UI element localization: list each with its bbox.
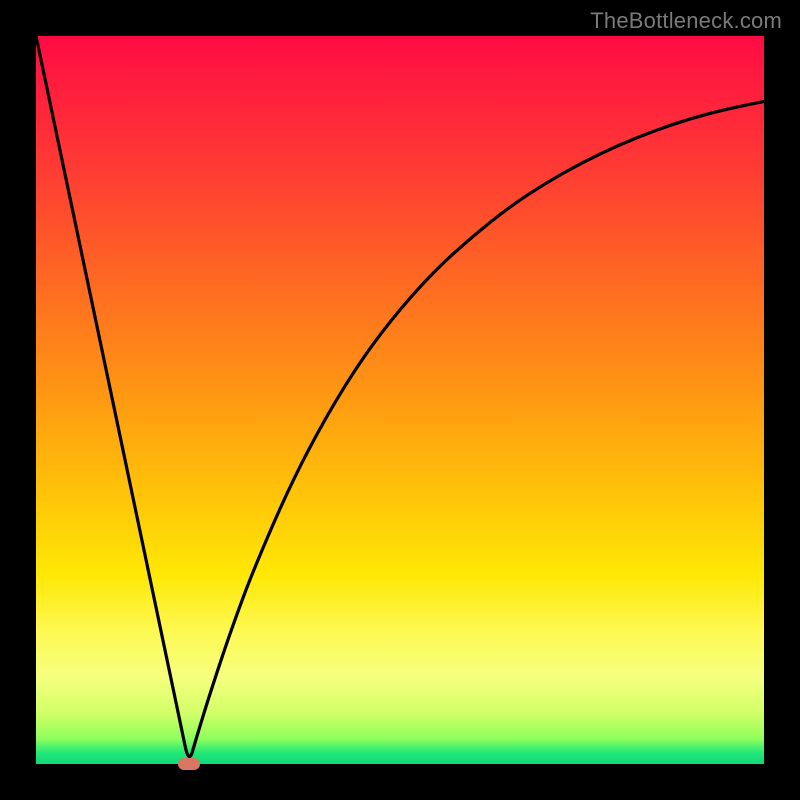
minimum-marker: [178, 758, 200, 770]
chart-frame: TheBottleneck.com: [0, 0, 800, 800]
plot-area: [36, 36, 764, 764]
bottleneck-curve: [36, 36, 764, 764]
watermark-text: TheBottleneck.com: [590, 8, 782, 34]
